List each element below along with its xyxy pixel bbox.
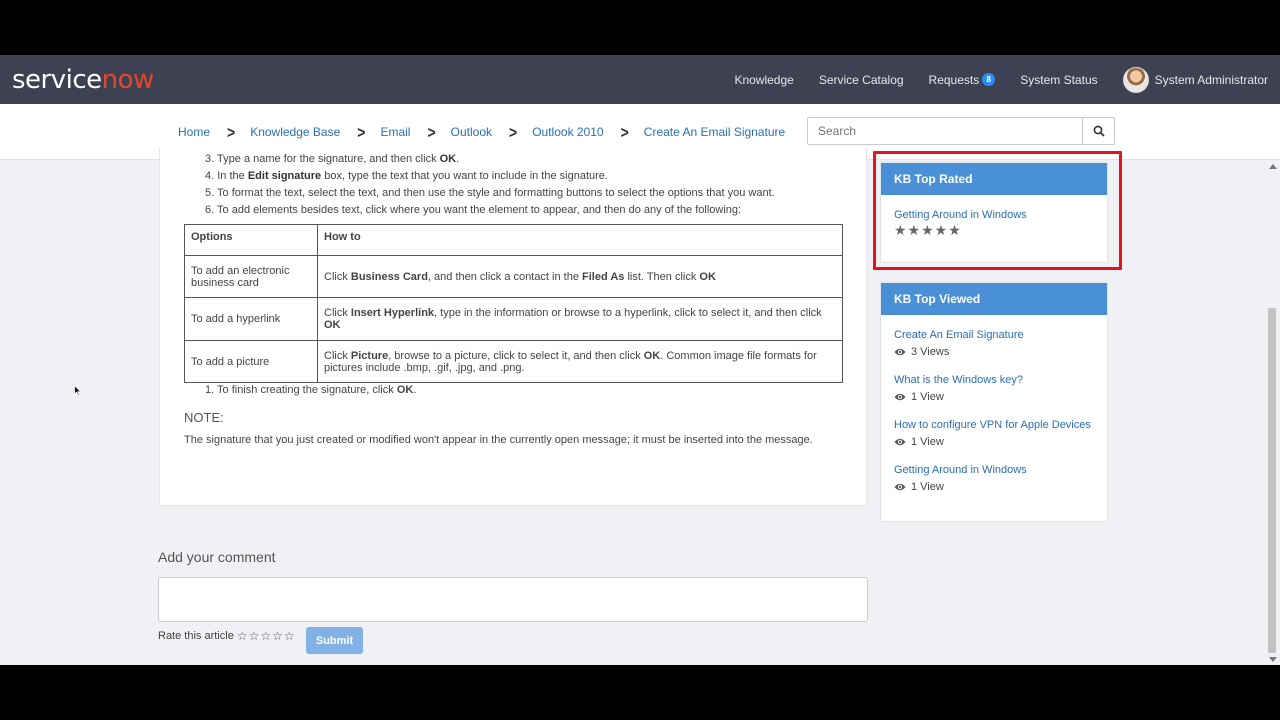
scroll-down-arrow-icon[interactable] <box>1269 657 1277 662</box>
article-steps: 3. Type a name for the signature, and th… <box>205 151 775 219</box>
comment-textarea[interactable] <box>158 577 868 622</box>
requests-count-badge: 8 <box>982 73 996 86</box>
table-row: To add an electronic business card Click… <box>184 255 843 298</box>
rating-stars-input[interactable]: ☆☆☆☆☆ <box>237 629 296 643</box>
step-item: 6. To add elements besides text, click w… <box>205 204 742 216</box>
top-navigation-bar: servicenow Knowledge Service Catalog Req… <box>0 55 1280 104</box>
list-item: How to configure VPN for Apple Devices 1… <box>881 419 1107 448</box>
nav-requests-label: Requests <box>928 72 980 87</box>
table-cell-option: To add a picture <box>184 340 318 383</box>
user-avatar <box>1122 66 1149 93</box>
step-item: 4. In the Edit signature box, type the t… <box>205 170 608 182</box>
rate-label: Rate this article <box>158 630 234 642</box>
eye-icon <box>894 438 906 446</box>
eye-icon <box>894 393 906 401</box>
view-count: 1 View <box>894 481 1107 493</box>
table-row: To add a picture Click Picture, browse t… <box>184 340 843 383</box>
chevron-right-icon: > <box>620 122 629 142</box>
note-heading: NOTE: <box>184 410 224 425</box>
step-item: 3. Type a name for the signature, and th… <box>205 153 460 165</box>
article-content: 3. Type a name for the signature, and th… <box>159 148 867 506</box>
search-input[interactable] <box>808 118 1082 144</box>
nav-knowledge[interactable]: Knowledge <box>734 73 793 87</box>
note-text: The signature that you just created or m… <box>184 434 813 446</box>
header-nav-links: Knowledge Service Catalog Requests 8 Syst… <box>709 55 1268 104</box>
user-name: System Administrator <box>1154 72 1268 87</box>
rate-article: Rate this article ☆☆☆☆☆ <box>158 629 296 643</box>
final-step: 1. To finish creating the signature, cli… <box>205 384 417 396</box>
video-letterbox-bottom <box>0 665 1280 720</box>
view-count: 3 Views <box>894 346 1107 358</box>
step-item: 5. To format the text, select the text, … <box>205 187 775 199</box>
search-box <box>807 117 1115 145</box>
search-icon <box>1093 125 1105 137</box>
breadcrumb-knowledge-base[interactable]: Knowledge Base <box>250 125 340 139</box>
scroll-up-arrow-icon[interactable] <box>1269 164 1277 169</box>
widget-title: KB Top Viewed <box>881 283 1107 315</box>
eye-icon <box>894 348 906 356</box>
search-button[interactable] <box>1082 118 1114 144</box>
table-cell-option: To add an electronic business card <box>184 255 318 298</box>
comment-heading: Add your comment <box>158 549 276 565</box>
breadcrumb-email[interactable]: Email <box>380 125 410 139</box>
article-link[interactable]: What is the Windows key? <box>894 374 1107 386</box>
breadcrumb-home[interactable]: Home <box>178 125 210 139</box>
article-link[interactable]: How to configure VPN for Apple Devices <box>894 419 1107 431</box>
mouse-cursor-icon <box>74 385 82 397</box>
browser-viewport: servicenow Knowledge Service Catalog Req… <box>0 55 1280 665</box>
breadcrumb-outlook-2010[interactable]: Outlook 2010 <box>532 125 603 139</box>
chevron-right-icon: > <box>509 122 518 142</box>
list-item: Getting Around in Windows 1 View <box>881 464 1107 493</box>
options-table: Options How to To add an electronic busi… <box>184 224 843 383</box>
nav-system-status[interactable]: System Status <box>1020 73 1097 87</box>
submit-comment-button[interactable]: Submit <box>306 627 363 654</box>
chevron-right-icon: > <box>427 122 436 142</box>
view-count: 1 View <box>894 436 1107 448</box>
table-cell-how: Click Insert Hyperlink, type in the info… <box>317 297 843 341</box>
kb-top-viewed-widget: KB Top Viewed Create An Email Signature … <box>880 282 1108 522</box>
table-header-row: Options How to <box>184 224 843 256</box>
servicenow-logo[interactable]: servicenow <box>12 65 154 95</box>
table-row: To add a hyperlink Click Insert Hyperlin… <box>184 297 843 341</box>
chevron-right-icon: > <box>357 122 366 142</box>
article-link[interactable]: Create An Email Signature <box>894 329 1107 341</box>
list-item: What is the Windows key? 1 View <box>881 374 1107 403</box>
view-count: 1 View <box>894 391 1107 403</box>
table-cell-how: Click Picture, browse to a picture, clic… <box>317 340 843 383</box>
video-letterbox-top <box>0 0 1280 55</box>
highlight-annotation-box <box>873 151 1122 270</box>
chevron-right-icon: > <box>227 122 236 142</box>
eye-icon <box>894 483 906 491</box>
column-header-how-to: How to <box>317 224 843 256</box>
scrollbar-thumb[interactable] <box>1268 308 1276 653</box>
column-header-options: Options <box>184 224 318 256</box>
breadcrumb-current-article[interactable]: Create An Email Signature <box>644 125 785 139</box>
table-cell-option: To add a hyperlink <box>184 297 318 341</box>
list-item: Create An Email Signature 3 Views <box>881 329 1107 358</box>
breadcrumb-outlook[interactable]: Outlook <box>451 125 492 139</box>
table-cell-how: Click Business Card, and then click a co… <box>317 255 843 298</box>
article-link[interactable]: Getting Around in Windows <box>894 464 1107 476</box>
user-menu[interactable]: System Administrator <box>1122 66 1268 93</box>
page-scrollbar[interactable] <box>1266 160 1280 665</box>
nav-service-catalog[interactable]: Service Catalog <box>819 73 904 87</box>
nav-requests[interactable]: Requests 8 <box>929 73 996 87</box>
